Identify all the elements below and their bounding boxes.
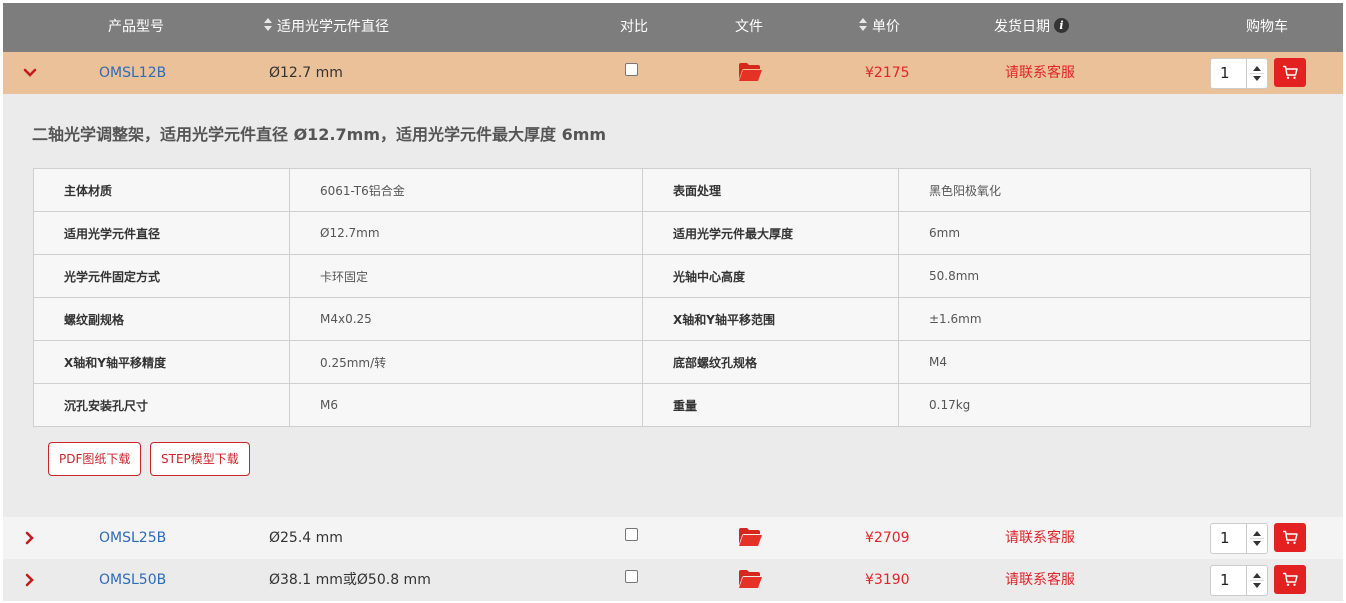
spec-row: 主体材质 6061-T6铝合金 表面处理 黑色阳极氧化 — [33, 168, 1311, 212]
add-to-cart-button[interactable] — [1274, 565, 1306, 594]
chevron-down-icon[interactable] — [21, 52, 41, 94]
spec-label: 主体材质 — [33, 168, 290, 212]
spec-label: 光轴中心高度 — [642, 254, 899, 298]
spec-row: 螺纹副规格 M4x0.25 X轴和Y轴平移范围 ±1.6mm — [33, 297, 1311, 341]
spec-row: 光学元件固定方式 卡环固定 光轴中心高度 50.8mm — [33, 254, 1311, 298]
table-header: 产品型号 适用光学元件直径 对比 文件 单价 发货日期 i 购物车 — [3, 3, 1343, 52]
spec-label: X轴和Y轴平移范围 — [642, 297, 899, 341]
diameter-value: Ø38.1 mm或Ø50.8 mm — [269, 572, 431, 588]
quantity-value: 1 — [1220, 64, 1230, 82]
info-icon[interactable]: i — [1054, 17, 1069, 33]
cart-icon — [1283, 572, 1298, 586]
increment-icon[interactable] — [1253, 573, 1261, 578]
spec-label: 螺纹副规格 — [33, 297, 290, 341]
spec-value: M6 — [289, 383, 643, 427]
spec-label: 底部螺纹孔规格 — [642, 340, 899, 384]
spec-value: 0.17kg — [898, 383, 1311, 427]
col-compare: 对比 — [620, 19, 648, 35]
spec-value: 0.25mm/转 — [289, 340, 643, 384]
spec-row: 沉孔安装孔尺寸 M6 重量 0.17kg — [33, 383, 1311, 427]
diameter-value: Ø25.4 mm — [269, 530, 343, 546]
folder-open-icon[interactable] — [738, 527, 763, 551]
col-diameter-label: 适用光学元件直径 — [277, 19, 389, 35]
quantity-value: 1 — [1220, 571, 1230, 589]
chevron-right-icon[interactable] — [21, 559, 41, 601]
step-download-button[interactable]: STEP模型下载 — [150, 442, 250, 476]
price-value: ¥2709 — [865, 530, 910, 546]
chevron-right-icon[interactable] — [21, 517, 41, 559]
spec-row: 适用光学元件直径 Ø12.7mm 适用光学元件最大厚度 6mm — [33, 211, 1311, 255]
spec-value: 卡环固定 — [289, 254, 643, 298]
spec-value: 6mm — [898, 211, 1311, 255]
spec-label: 适用光学元件最大厚度 — [642, 211, 899, 255]
quantity-stepper[interactable]: 1 — [1210, 565, 1268, 596]
spec-value: 黑色阳极氧化 — [898, 168, 1311, 212]
model-link[interactable]: OMSL12B — [99, 52, 166, 94]
table-row[interactable]: OMSL25B Ø25.4 mm ¥2709 请联系客服 1 — [3, 517, 1343, 559]
contact-service-link[interactable]: 请联系客服 — [1005, 517, 1075, 559]
spec-label: 沉孔安装孔尺寸 — [33, 383, 290, 427]
spec-value: 50.8mm — [898, 254, 1311, 298]
spec-label: 适用光学元件直径 — [33, 211, 290, 255]
price-value: ¥2175 — [865, 65, 910, 81]
spec-value: 6061-T6铝合金 — [289, 168, 643, 212]
spec-label: 表面处理 — [642, 168, 899, 212]
compare-checkbox[interactable] — [625, 517, 638, 559]
decrement-icon[interactable] — [1253, 583, 1261, 588]
compare-checkbox[interactable] — [625, 559, 638, 601]
spec-value: M4 — [898, 340, 1311, 384]
col-model: 产品型号 — [108, 19, 164, 35]
increment-icon[interactable] — [1253, 66, 1261, 71]
col-ship-date-label: 发货日期 — [994, 19, 1050, 35]
spec-value: Ø12.7mm — [289, 211, 643, 255]
spec-table: 主体材质 6061-T6铝合金 表面处理 黑色阳极氧化 适用光学元件直径 Ø12.7mm 适… — [33, 168, 1311, 427]
spec-value: ±1.6mm — [898, 297, 1311, 341]
col-diameter[interactable]: 适用光学元件直径 — [264, 3, 389, 52]
quantity-value: 1 — [1220, 529, 1230, 547]
add-to-cart-button[interactable] — [1274, 58, 1306, 87]
spec-label: X轴和Y轴平移精度 — [33, 340, 290, 384]
col-ship-date: 发货日期 i — [994, 3, 1069, 52]
decrement-icon[interactable] — [1253, 541, 1261, 546]
increment-icon[interactable] — [1253, 531, 1261, 536]
product-table: 产品型号 适用光学元件直径 对比 文件 单价 发货日期 i 购物车 OMSL12B… — [3, 3, 1343, 601]
product-detail-panel: 二轴光学调整架，适用光学元件直径 Ø12.7mm，适用光学元件最大厚度 6mm … — [3, 94, 1343, 517]
cart-icon — [1283, 65, 1298, 79]
quantity-stepper[interactable]: 1 — [1210, 58, 1268, 89]
spec-value: M4x0.25 — [289, 297, 643, 341]
spec-label: 重量 — [642, 383, 899, 427]
folder-open-icon[interactable] — [738, 569, 763, 593]
model-link[interactable]: OMSL50B — [99, 559, 166, 601]
price-value: ¥3190 — [865, 572, 910, 588]
compare-checkbox[interactable] — [625, 52, 638, 94]
spec-row: X轴和Y轴平移精度 0.25mm/转 底部螺纹孔规格 M4 — [33, 340, 1311, 384]
diameter-value: Ø12.7 mm — [269, 65, 343, 81]
table-row[interactable]: OMSL50B Ø38.1 mm或Ø50.8 mm ¥3190 请联系客服 1 — [3, 559, 1343, 601]
quantity-stepper[interactable]: 1 — [1210, 523, 1268, 554]
table-row[interactable]: OMSL12B Ø12.7 mm ¥2175 请联系客服 1 — [3, 52, 1343, 94]
col-file: 文件 — [735, 19, 763, 35]
model-link[interactable]: OMSL25B — [99, 517, 166, 559]
decrement-icon[interactable] — [1253, 76, 1261, 81]
sort-icon[interactable] — [859, 18, 867, 32]
detail-title: 二轴光学调整架，适用光学元件直径 Ø12.7mm，适用光学元件最大厚度 6mm — [32, 125, 607, 144]
sort-icon[interactable] — [264, 18, 272, 32]
contact-service-link[interactable]: 请联系客服 — [1005, 52, 1075, 94]
col-cart: 购物车 — [1246, 19, 1288, 35]
cart-icon — [1283, 530, 1298, 544]
add-to-cart-button[interactable] — [1274, 523, 1306, 552]
col-price[interactable]: 单价 — [859, 3, 900, 52]
spec-label: 光学元件固定方式 — [33, 254, 290, 298]
col-price-label: 单价 — [872, 19, 900, 35]
folder-open-icon[interactable] — [738, 62, 763, 86]
contact-service-link[interactable]: 请联系客服 — [1005, 559, 1075, 601]
pdf-download-button[interactable]: PDF图纸下载 — [48, 442, 142, 476]
